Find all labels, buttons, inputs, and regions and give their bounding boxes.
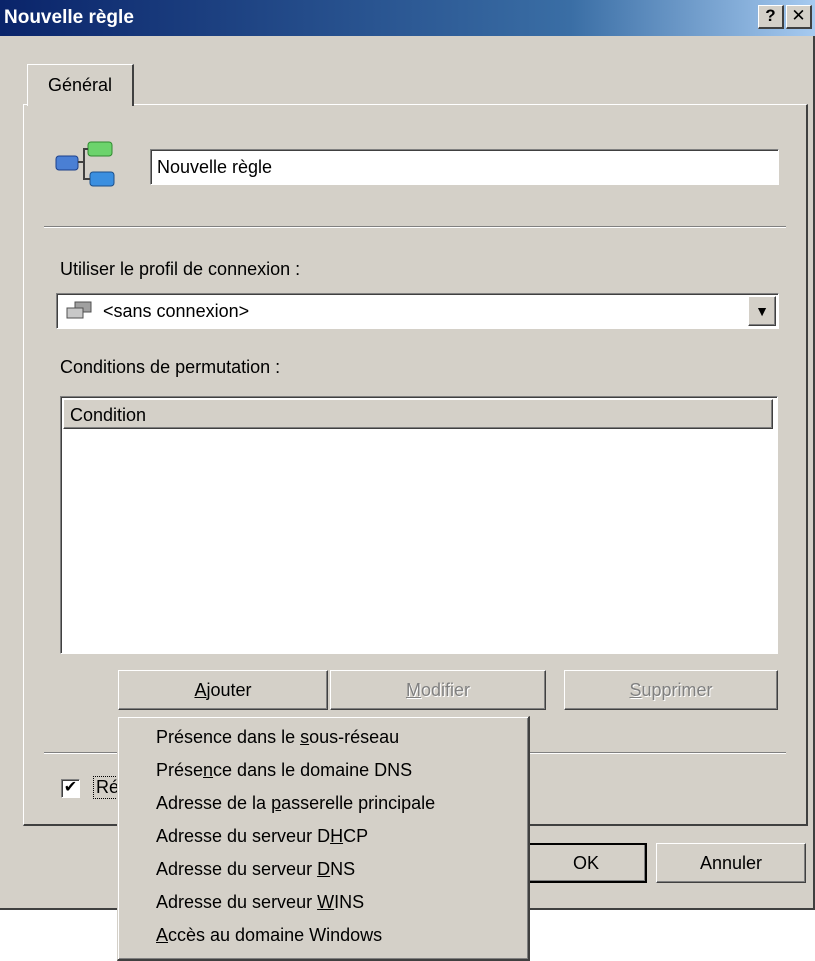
tab-general[interactable]: Général: [27, 64, 134, 106]
menu-item-text: Adresse du serveur D: [156, 826, 331, 846]
menu-item-text: Adresse du serveur: [156, 892, 318, 912]
menu-item-subnet[interactable]: Présence dans le sous-réseau: [156, 721, 399, 753]
menu-item-accel: n: [203, 760, 214, 780]
menu-item-windows-domain[interactable]: Accès au domaine Windows: [156, 919, 382, 951]
menu-item-default-gateway[interactable]: Adresse de la passerelle principale: [156, 787, 435, 819]
modify-button[interactable]: Modifier: [330, 670, 546, 710]
tab-general-label: Général: [47, 75, 113, 95]
separator-top: [44, 226, 786, 228]
rule-name-value: Nouvelle règle: [157, 157, 273, 177]
add-button-accel: A: [194, 680, 207, 700]
delete-button-accel: S: [629, 680, 642, 700]
menu-item-accel: p: [271, 793, 282, 813]
menu-item-text: Adresse du serveur: [156, 859, 318, 879]
menu-item-dns-server[interactable]: Adresse du serveur DNS: [156, 853, 355, 885]
conditions-list[interactable]: Condition: [60, 396, 778, 654]
connection-profile-label: Utiliser le profil de connexion :: [60, 259, 301, 279]
menu-item-text: Prése: [156, 760, 204, 780]
menu-item-text: ous-réseau: [309, 727, 400, 747]
menu-item-text: NS: [330, 859, 356, 879]
menu-item-accel: H: [330, 826, 344, 846]
menu-item-text: asserelle principale: [281, 793, 436, 813]
add-button[interactable]: Ajouter: [118, 670, 328, 710]
add-condition-menu: Présence dans le sous-réseau Présence da…: [117, 716, 530, 961]
title-bar[interactable]: Nouvelle règle ? ✕: [0, 0, 815, 36]
dropdown-arrow-icon[interactable]: ▼: [748, 296, 776, 326]
ok-button[interactable]: OK: [525, 843, 647, 883]
menu-item-text: CP: [343, 826, 369, 846]
menu-item-accel: s: [300, 727, 310, 747]
help-button[interactable]: ?: [758, 5, 784, 29]
network-connection-icon: [66, 301, 92, 319]
rule-tree-icon: [55, 141, 115, 187]
window-title: Nouvelle règle: [4, 7, 134, 28]
close-button[interactable]: ✕: [786, 5, 812, 29]
delete-button-suffix: upprimer: [641, 680, 713, 700]
cancel-button[interactable]: Annuler: [656, 843, 806, 883]
menu-item-text: Présence dans le: [156, 727, 301, 747]
condition-column-header[interactable]: Condition: [63, 399, 773, 429]
menu-item-dhcp-server[interactable]: Adresse du serveur DHCP: [156, 820, 368, 852]
conditions-label: Conditions de permutation :: [60, 357, 281, 377]
modify-button-accel: M: [405, 680, 421, 700]
menu-item-text: ce dans le domaine DNS: [213, 760, 413, 780]
menu-item-text: ccès au domaine Windows: [168, 925, 383, 945]
modify-button-suffix: odifier: [420, 680, 471, 700]
menu-item-wins-server[interactable]: Adresse du serveur WINS: [156, 886, 364, 918]
delete-button[interactable]: Supprimer: [564, 670, 778, 710]
connection-profile-value: <sans connexion>: [103, 301, 250, 321]
rule-name-input[interactable]: Nouvelle règle: [150, 149, 779, 185]
menu-item-accel: D: [317, 859, 331, 879]
add-button-suffix: jouter: [206, 680, 252, 700]
menu-item-text: Adresse de la: [156, 793, 272, 813]
menu-item-text: INS: [334, 892, 365, 912]
rule-enabled-checkbox[interactable]: ✔: [61, 779, 80, 798]
menu-item-accel: A: [156, 925, 169, 945]
menu-item-accel: W: [317, 892, 335, 912]
connection-profile-select[interactable]: <sans connexion> ▼: [56, 293, 779, 329]
menu-item-dns-domain[interactable]: Présence dans le domaine DNS: [156, 754, 412, 786]
